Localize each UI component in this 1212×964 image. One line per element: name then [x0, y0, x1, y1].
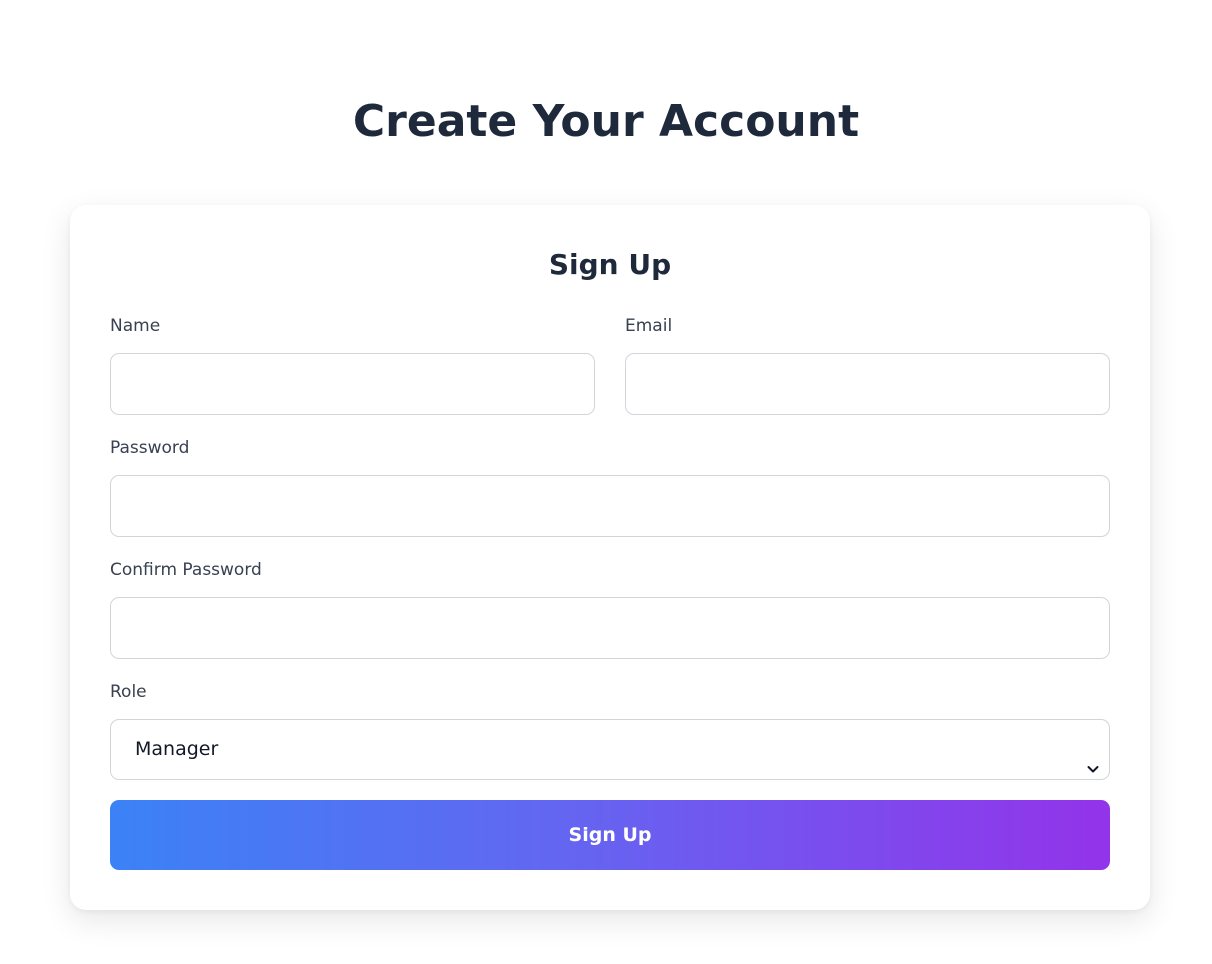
password-label: Password [110, 438, 190, 458]
role-selected-value: Manager [135, 738, 219, 760]
role-select[interactable]: Manager [110, 719, 1110, 780]
email-field-group: Email [625, 315, 1110, 415]
sign-up-button[interactable]: Sign Up [110, 800, 1110, 870]
confirm-password-field-group: Confirm Password [110, 559, 1110, 659]
role-label: Role [110, 682, 147, 702]
email-label: Email [625, 316, 673, 336]
name-input[interactable] [110, 353, 595, 415]
confirm-password-label: Confirm Password [110, 560, 262, 580]
confirm-password-input[interactable] [110, 597, 1110, 659]
signup-page: Create Your Account Sign Up Name Email P… [0, 0, 1212, 964]
page-title: Create Your Account [352, 96, 860, 147]
signup-card: Sign Up Name Email Password Confirm Pass… [70, 205, 1150, 910]
chevron-down-icon [1085, 742, 1101, 772]
password-input[interactable] [110, 475, 1110, 537]
role-field-group: Role Manager [110, 681, 1110, 780]
email-input[interactable] [625, 353, 1110, 415]
name-label: Name [110, 316, 161, 336]
card-title: Sign Up [548, 248, 672, 281]
password-field-group: Password [110, 437, 1110, 537]
name-field-group: Name [110, 315, 595, 415]
